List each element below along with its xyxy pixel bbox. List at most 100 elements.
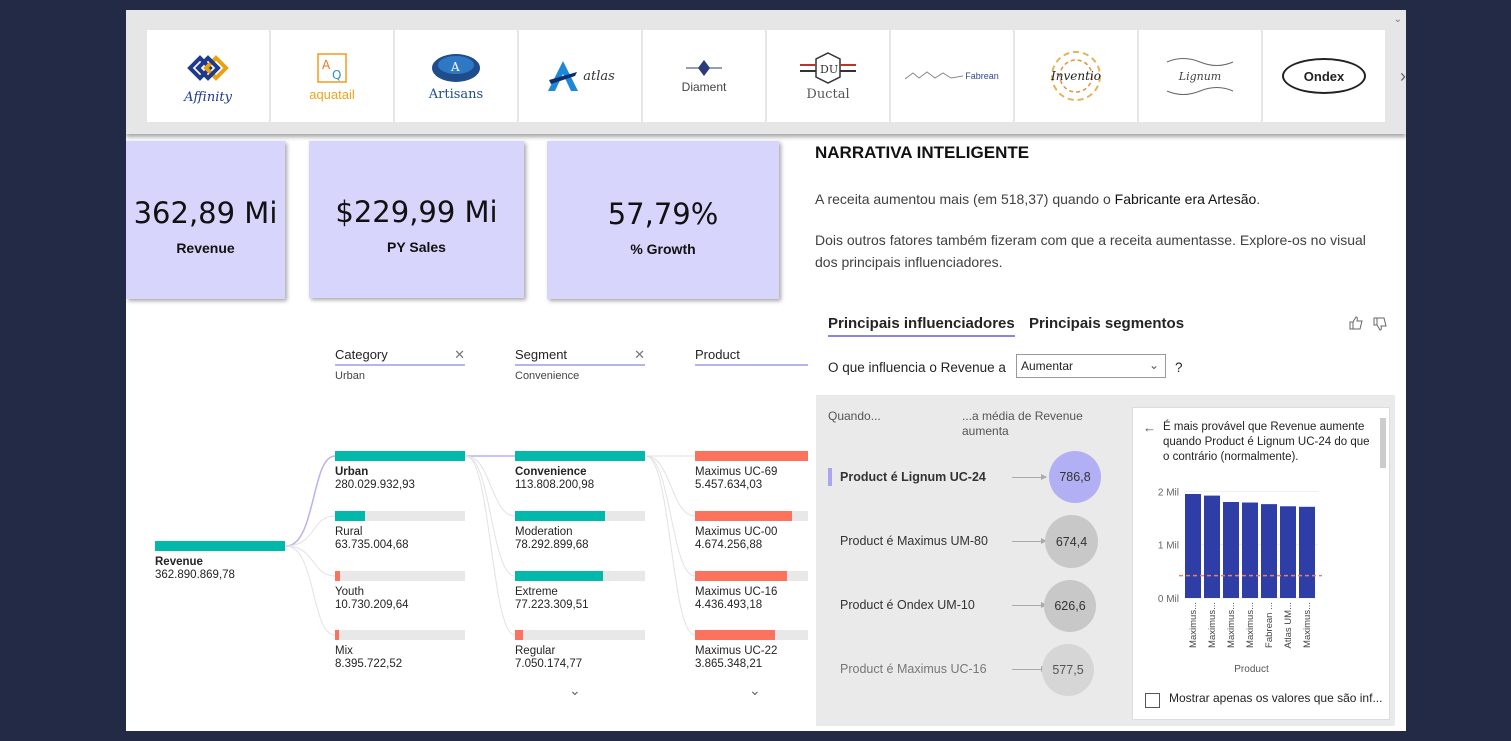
tree-column-header-category[interactable]: Category ✕ Urban [335,347,465,382]
tree-node-segment[interactable]: Convenience 113.808.200,98 [515,451,645,492]
atlas-logo: atlas [545,58,615,94]
influencer-row-label[interactable]: Product é Maximus UC-16 [840,662,987,676]
tree-node-product[interactable]: Maximus UC-22 3.865.348,21 [695,630,808,671]
decomposition-tree: Category ✕ Urban Segment ✕ Convenience P… [126,320,808,731]
column-title: Product [695,347,808,366]
logo-affinity[interactable]: Affinity [147,30,269,122]
tree-node-segment[interactable]: Moderation 78.292.899,68 [515,511,645,552]
y-tick-label: 0 Mil [1158,594,1179,605]
kpi-label: PY Sales [387,239,446,255]
ductal-logo-icon: DU [800,51,856,84]
scrollbar[interactable] [1380,418,1386,468]
tree-node-product[interactable]: Maximus UC-69 5.457.634,03 [695,451,808,492]
node-label: Maximus UC-16 [695,586,778,598]
node-bar [695,511,808,521]
chevron-down-icon: ⌄ [1148,358,1159,372]
node-value: 4.674.256,88 [695,539,763,551]
thumbs-up-icon[interactable] [1348,315,1364,334]
influencer-row-label[interactable]: Product é Lignum UC-24 [840,470,986,484]
node-bar-fill [335,630,339,640]
node-value: 4.436.493,18 [695,599,763,611]
only-influencers-checkbox[interactable] [1145,693,1160,708]
node-value: 362.890.869,78 [155,569,235,581]
thumbs-down-icon[interactable] [1372,316,1388,335]
x-tick-label: Maximus... [1207,602,1218,648]
logo-label: aquatail [309,86,355,102]
fabrean-logo: Fabrean [905,69,999,83]
chart-bar [1223,502,1239,598]
node-bar [515,451,645,461]
kpi-value: 362,89 Mi [133,196,278,230]
increase-decrease-dropdown[interactable]: Aumentar ⌄ [1016,354,1166,378]
artisans-logo-icon: A [432,53,480,82]
logo-aquatail[interactable]: A Q aquatail [271,30,393,122]
chart-bar [1280,506,1296,598]
logo-artisans[interactable]: A Artisans [395,30,517,122]
tree-node-root[interactable]: Revenue 362.890.869,78 [155,541,285,582]
tree-column-header-segment[interactable]: Segment ✕ Convenience [515,347,645,382]
when-column-header: Quando... [828,409,881,423]
chart-bar [1242,502,1258,598]
x-tick-label: Maximus... [1302,602,1313,648]
x-axis-label: Product [1234,664,1269,675]
close-icon[interactable]: ✕ [454,347,465,363]
column-filter: Urban [335,370,365,382]
influencer-row-label[interactable]: Product é Maximus UM-80 [840,534,988,548]
diament-logo-icon [686,60,722,76]
tree-node-category[interactable]: Urban 280.029.932,93 [335,451,465,492]
tree-node-product[interactable]: Maximus UC-00 4.674.256,88 [695,511,808,552]
x-tick-label: Maximus... [1188,602,1199,648]
logo-ondex[interactable]: Ondex [1263,30,1385,122]
influencer-question: O que influencia o Revenue a [828,360,1006,375]
tree-node-category[interactable]: Youth 10.730.209,64 [335,571,465,612]
logo-lignum[interactable]: Lignum [1139,30,1261,122]
logo-label: Fabrean [965,71,999,81]
tree-node-product[interactable]: Maximus UC-16 4.436.493,18 [695,571,808,612]
logo-fabrean[interactable]: Fabrean [891,30,1013,122]
next-arrow-icon[interactable]: › [1400,66,1406,87]
kpi-card-growth: 57,79% % Growth [547,141,779,299]
influencer-row-label[interactable]: Product é Ondex UM-10 [840,598,975,612]
chevron-down-icon[interactable]: ⌄ [749,682,761,699]
influencer-bubble[interactable]: 674,4 [1045,515,1098,568]
chart-bar [1204,495,1220,598]
narrative-highlight: Fabricante era Artesão [1114,191,1257,207]
node-bar [155,541,285,551]
influencer-bubble[interactable]: 626,6 [1044,580,1096,632]
close-icon[interactable]: ✕ [634,347,645,363]
x-tick-label: Maximus... [1245,602,1256,648]
column-title: Segment [515,347,645,366]
logo-diament[interactable]: Diament [643,30,765,122]
back-arrow-icon[interactable]: ← [1143,420,1156,435]
tab-top-segments[interactable]: Principais segmentos [1029,315,1184,332]
influencer-bubble[interactable]: 786,8 [1049,451,1101,503]
logo-inventio[interactable]: Inventio [1015,30,1137,122]
influencer-bubble[interactable]: 577,5 [1042,644,1094,696]
narrative-text: . [1256,191,1261,207]
node-value: 63.735.004,68 [335,539,409,551]
node-label: Regular [515,645,556,657]
node-label: Maximus UC-22 [695,645,778,657]
tab-key-influencers[interactable]: Principais influenciadores [828,315,1015,337]
node-value: 7.050.174,77 [515,658,583,670]
logo-atlas[interactable]: atlas [519,30,641,122]
node-bar-fill [335,511,365,521]
node-label: Maximus UC-00 [695,526,778,538]
chevron-down-icon[interactable]: ⌄ [1394,14,1402,25]
y-tick-label: 1 Mil [1158,541,1179,552]
tree-node-category[interactable]: Rural 63.735.004,68 [335,511,465,552]
logo-ductal[interactable]: DU Ductal [767,30,889,122]
node-bar [335,630,465,640]
node-bar [695,630,808,640]
x-tick-label: Fabrean ... [1264,602,1275,648]
node-bar-fill [695,451,808,461]
tree-column-header-product[interactable]: Product [695,347,808,366]
tree-node-category[interactable]: Mix 8.395.722,52 [335,630,465,671]
node-value: 10.730.209,64 [335,599,409,611]
tree-node-segment[interactable]: Extreme 77.223.309,51 [515,571,645,612]
node-bar [515,571,645,581]
narrative-paragraph-1: A receita aumentou mais (em 518,37) quan… [815,188,1375,210]
chevron-down-icon[interactable]: ⌄ [569,682,581,699]
report-canvas: ⌄ Affinity A Q aquatail A Artisans atlas… [126,10,1406,731]
tree-node-segment[interactable]: Regular 7.050.174,77 [515,630,645,671]
